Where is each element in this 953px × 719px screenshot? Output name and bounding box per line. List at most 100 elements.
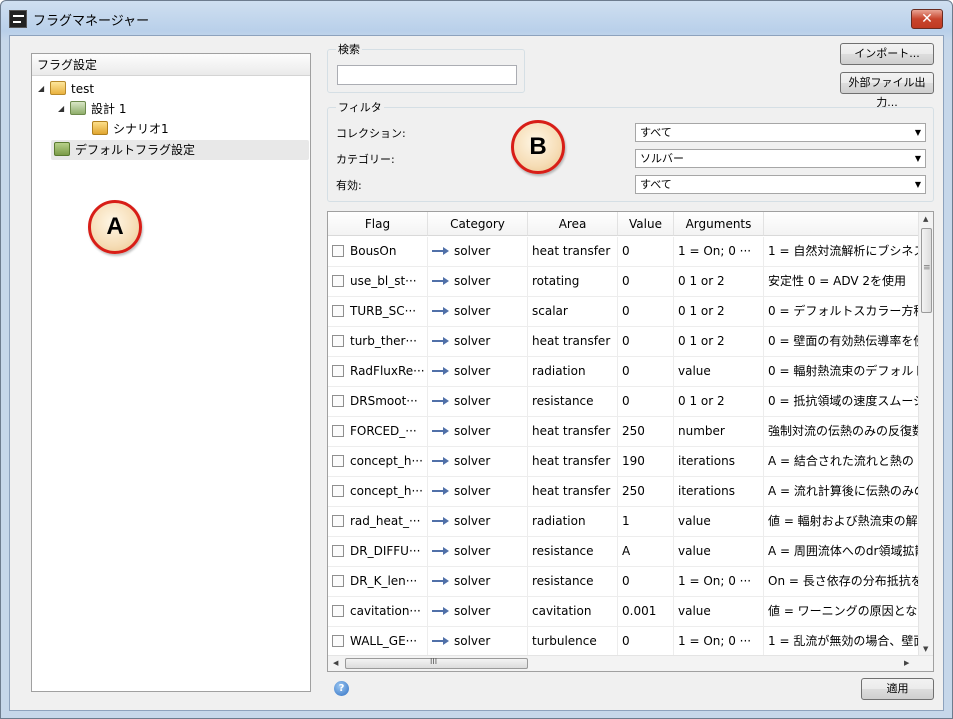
flag-table: Flag Category Area Value Arguments BousO…	[327, 211, 934, 672]
tree-item-scenario[interactable]: シナリオ1	[92, 120, 169, 138]
table-row[interactable]: RadFluxRe··· solver radiation 0 value 0 = 輻射熱…	[328, 357, 920, 387]
horizontal-scrollbar[interactable]: ◀ III ▶	[328, 655, 933, 671]
scroll-up-arrow-icon[interactable]: ▲	[923, 215, 928, 223]
arguments-cell-text: value	[678, 364, 711, 378]
category-cell: solver	[428, 267, 528, 297]
flag-cell: TURB_SC···	[328, 297, 428, 327]
enable-checkbox[interactable]	[332, 605, 344, 617]
enabled-value: すべて	[640, 178, 672, 191]
flag-cell-text: cavitation···	[350, 604, 421, 618]
scroll-right-arrow-icon[interactable]: ▶	[904, 659, 909, 667]
category-cell-text: solver	[454, 574, 491, 588]
import-button[interactable]: インポート...	[840, 43, 934, 65]
flag-cell: DR_K_len···	[328, 567, 428, 597]
flag-cell-text: TURB_SC···	[350, 304, 417, 318]
area-cell-text: radiation	[532, 514, 586, 528]
flag-cell-text: concept_h···	[350, 454, 423, 468]
table-row[interactable]: concept_h··· solver heat transfer 190 iterat…	[328, 447, 920, 477]
category-cell-text: solver	[454, 454, 491, 468]
apply-button[interactable]: 適用	[861, 678, 934, 700]
enable-checkbox[interactable]	[332, 335, 344, 347]
vertical-scrollbar[interactable]: ▲ ≡ ▼	[918, 212, 933, 656]
vertical-scroll-thumb[interactable]: ≡	[921, 228, 932, 313]
category-cell: solver	[428, 297, 528, 327]
area-cell-text: heat transfer	[532, 424, 611, 438]
arguments-cell: 1 = On; 0 ···	[674, 237, 764, 267]
expand-arrow-icon[interactable]: ◢	[38, 80, 50, 98]
table-row[interactable]: concept_h··· solver heat transfer 250 iterat…	[328, 477, 920, 507]
column-header-description[interactable]	[764, 212, 920, 236]
grip-icon: III	[430, 657, 438, 666]
description-cell: 1 = 自然対流解析にブシネスク	[764, 237, 920, 267]
category-cell-text: solver	[454, 304, 491, 318]
flag-cell: rad_heat_···	[328, 507, 428, 537]
enable-checkbox[interactable]	[332, 365, 344, 377]
expand-arrow-icon[interactable]: ◢	[58, 100, 70, 118]
flag-cell-text: RadFluxRe···	[350, 364, 425, 378]
flag-cell-text: DR_DIFFU···	[350, 544, 421, 558]
area-cell-text: resistance	[532, 574, 594, 588]
category-cell: solver	[428, 447, 528, 477]
area-cell: radiation	[528, 357, 618, 387]
table-row[interactable]: WALL_GE··· solver turbulence 0 1 = On; 0 ···…	[328, 627, 920, 657]
enable-checkbox[interactable]	[332, 455, 344, 467]
enable-checkbox[interactable]	[332, 485, 344, 497]
enable-checkbox[interactable]	[332, 305, 344, 317]
table-row[interactable]: DRSmoot··· solver resistance 0 0 1 or 2 0 = 抵…	[328, 387, 920, 417]
enable-checkbox[interactable]	[332, 275, 344, 287]
scroll-down-arrow-icon[interactable]: ▼	[923, 645, 928, 653]
solver-icon	[432, 426, 450, 436]
scroll-left-arrow-icon[interactable]: ◀	[333, 659, 338, 667]
table-row[interactable]: cavitation··· solver cavitation 0.001 value 値…	[328, 597, 920, 627]
table-row[interactable]: FORCED_··· solver heat transfer 250 number 強制…	[328, 417, 920, 447]
value-cell-text: 0	[622, 244, 630, 258]
horizontal-scroll-thumb[interactable]: III	[345, 657, 528, 669]
export-button[interactable]: 外部ファイル出力...	[840, 72, 934, 109]
enable-checkbox[interactable]	[332, 575, 344, 587]
description-cell: 0 = 輻射熱流束のデフォルト	[764, 357, 920, 387]
category-cell: solver	[428, 477, 528, 507]
column-header-arguments[interactable]: Arguments	[674, 212, 764, 236]
value-cell: 0.001	[618, 597, 674, 627]
table-row[interactable]: DR_DIFFU··· solver resistance Avalue A = 周囲流…	[328, 537, 920, 567]
search-input[interactable]	[337, 65, 517, 85]
close-button[interactable]: ✕	[911, 9, 943, 29]
table-row[interactable]: TURB_SC··· solver scalar 0 0 1 or 2 0 = デフォルト…	[328, 297, 920, 327]
tree-item-test[interactable]: ◢ test	[38, 80, 94, 98]
arguments-cell: 0 1 or 2	[674, 267, 764, 297]
dialog-body: フラグ設定 ◢ test ◢ 設計 1 シナリオ1 デフォルトフラグ設定 A 検索 …	[9, 35, 944, 711]
arguments-cell-text: value	[678, 544, 711, 558]
enable-checkbox[interactable]	[332, 515, 344, 527]
enable-checkbox[interactable]	[332, 425, 344, 437]
area-cell-text: heat transfer	[532, 484, 611, 498]
flag-cell: FORCED_···	[328, 417, 428, 447]
description-cell-text: A = 結合された流れと熱の	[768, 454, 914, 468]
column-header-category[interactable]: Category	[428, 212, 528, 236]
value-cell-text: 0	[622, 274, 630, 288]
enable-checkbox[interactable]	[332, 635, 344, 647]
table-row[interactable]: DR_K_len··· solver resistance 0 1 = On; 0 ··…	[328, 567, 920, 597]
category-select[interactable]: ソルバー ▼	[635, 149, 926, 168]
table-row[interactable]: rad_heat_··· solver radiation 1 value 値 = 輻射お…	[328, 507, 920, 537]
enable-checkbox[interactable]	[332, 395, 344, 407]
area-cell: resistance	[528, 567, 618, 597]
column-header-area[interactable]: Area	[528, 212, 618, 236]
dropdown-arrow-icon: ▼	[914, 128, 921, 137]
column-header-flag[interactable]: Flag	[328, 212, 428, 236]
table-row[interactable]: BousOn solver heat transfer 0 1 = On; 0 ··· 1…	[328, 237, 920, 267]
help-icon[interactable]: ?	[334, 681, 349, 696]
collection-select[interactable]: すべて ▼	[635, 123, 926, 142]
tree-item-default-flags[interactable]: デフォルトフラグ設定	[51, 140, 309, 160]
solver-icon	[432, 516, 450, 526]
enable-checkbox[interactable]	[332, 545, 344, 557]
table-row[interactable]: turb_ther··· solver heat transfer 0 0 1 or 2…	[328, 327, 920, 357]
column-header-value[interactable]: Value	[618, 212, 674, 236]
table-row[interactable]: use_bl_st··· solver rotating 0 0 1 or 2 安定性 0…	[328, 267, 920, 297]
flag-cell-text: use_bl_st···	[350, 274, 417, 288]
grip-icon: ≡	[923, 263, 931, 273]
tree-item-design[interactable]: ◢ 設計 1	[58, 100, 126, 118]
enable-checkbox[interactable]	[332, 245, 344, 257]
enabled-select[interactable]: すべて ▼	[635, 175, 926, 194]
category-cell-text: solver	[454, 544, 491, 558]
title-bar[interactable]: フラグマネージャー ✕	[1, 1, 952, 35]
